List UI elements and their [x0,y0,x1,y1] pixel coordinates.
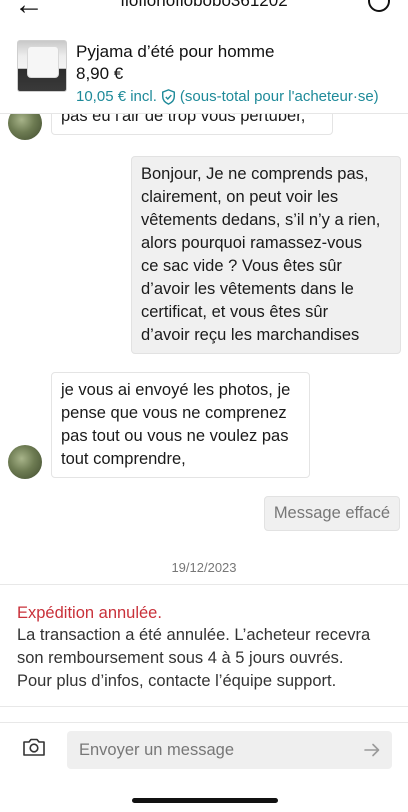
divider [0,706,408,707]
avatar[interactable] [8,445,42,479]
buyer-total: 10,05 € incl. (sous-total pour l'acheteu… [76,88,379,105]
product-name: Pyjama d’été pour homme [76,42,275,61]
conversation-title: fiofionofiobobo361202 [120,0,288,10]
incl-note: (sous-total pour l'acheteur·se) [179,88,379,105]
home-indicator [132,798,278,803]
deleted-message: Message effacé [263,496,400,531]
status-message: La transaction a été annulée. L’acheteur… [17,626,371,690]
date-separator: 19/12/2023 [171,560,237,575]
camera-icon[interactable] [22,738,46,756]
message-composer [0,722,408,778]
incl-price: 10,05 € incl. [76,88,157,105]
divider [0,584,408,585]
status-title: Expédition annulée. [17,604,162,622]
send-arrow-icon[interactable] [362,740,382,760]
transaction-status: Expédition annulée. La transaction a été… [17,602,397,693]
top-bar: ← fiofionofiobobo361202 [0,0,408,28]
message-received: je vous ai envoyé les photos, je pense q… [51,372,310,478]
message-list[interactable]: pas eu l'air de trop vous pertuber, Bonj… [0,114,408,584]
message-received: pas eu l'air de trop vous pertuber, [51,114,333,135]
message-input[interactable] [67,731,392,769]
shield-check-icon [161,88,175,105]
product-thumbnail [17,40,67,92]
message-sent: Bonjour, Je ne comprends pas, clairement… [131,156,401,354]
avatar[interactable] [8,114,42,140]
product-price: 8,90 € [76,64,124,83]
product-summary[interactable]: Pyjama d’été pour homme 8,90 € 10,05 € i… [0,28,408,114]
